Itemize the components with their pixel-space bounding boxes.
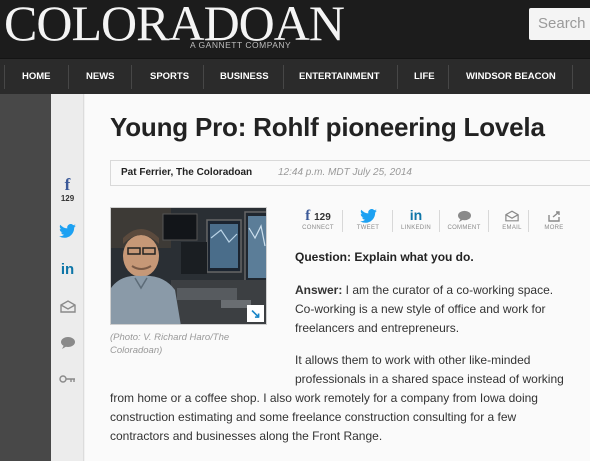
- answer-line: freelancers and entrepreneurs.: [295, 321, 460, 335]
- nav-separator: [131, 65, 132, 89]
- linkedin-icon: in: [60, 261, 75, 278]
- more-icon: [59, 375, 75, 383]
- more-icon: [548, 211, 560, 222]
- share-bar: f 129 CONNECT TWEET in LINKEDIN COMMENT …: [296, 206, 576, 238]
- comment-icon: [60, 337, 75, 349]
- facebook-icon: f: [305, 208, 311, 224]
- rail-facebook-button[interactable]: f 129: [51, 175, 84, 204]
- more-icon-wrap: [532, 206, 576, 224]
- rail-email-button[interactable]: [51, 300, 84, 318]
- byline-author[interactable]: Pat Ferrier, The Coloradoan: [121, 161, 252, 185]
- share-linkedin-button[interactable]: in LINKEDIN: [394, 206, 438, 231]
- site-logo[interactable]: COLORADOAN: [4, 0, 345, 50]
- share-separator: [439, 210, 440, 232]
- answer-line: Co-working is a new style of office and …: [295, 302, 546, 316]
- photo-image: [111, 208, 266, 324]
- paragraph-line: It allows them to work with other like-m…: [295, 353, 531, 367]
- answer-text: I am the curator of a co-working space.: [342, 283, 554, 297]
- expand-photo-button[interactable]: ↘: [247, 305, 264, 322]
- article-headline: Young Pro: Rohlf pioneering Lovela: [110, 112, 545, 142]
- nav-separator: [68, 65, 69, 89]
- paragraph-line: contractors and businesses along the Fro…: [110, 429, 383, 443]
- nav-separator: [4, 65, 5, 89]
- share-facebook-button[interactable]: f 129 CONNECT: [296, 206, 340, 231]
- nav-life[interactable]: LIFE: [414, 59, 435, 95]
- rail-twitter-button[interactable]: [51, 224, 84, 243]
- email-icon: [505, 210, 519, 222]
- rail-more-button[interactable]: [51, 370, 84, 388]
- share-twitter-button[interactable]: TWEET: [346, 206, 390, 231]
- photo-caption: (Photo: V. Richard Haro/The Coloradoan): [110, 332, 230, 356]
- paragraph-line: from home or a coffee shop. I also work …: [110, 391, 538, 405]
- share-label: COMMENT: [447, 225, 481, 231]
- nav-separator: [397, 65, 398, 89]
- nav-separator: [283, 65, 284, 89]
- linkedin-icon: in: [409, 207, 423, 223]
- rail-facebook-count: 129: [60, 194, 75, 203]
- article-photo[interactable]: ↘: [110, 207, 267, 325]
- share-label: LINKEDIN: [400, 225, 432, 231]
- share-comment-button[interactable]: COMMENT: [442, 206, 486, 231]
- nav-separator: [448, 65, 449, 89]
- paragraph-line: professionals in a shared space instead …: [295, 372, 564, 386]
- twitter-icon: [59, 224, 76, 238]
- expand-arrow-icon: ↘: [250, 306, 261, 321]
- logo-tagline: A GANNETT COMPANY: [190, 40, 292, 50]
- left-gutter: [0, 94, 51, 461]
- paragraph-line: construction estimating and some freelan…: [110, 410, 517, 424]
- nav-separator: [203, 65, 204, 89]
- search-input[interactable]: Search: [529, 8, 590, 40]
- nav-separator: [572, 65, 573, 89]
- share-separator: [342, 210, 343, 232]
- share-label: CONNECT: [302, 225, 334, 231]
- twitter-icon: [359, 209, 377, 224]
- main-nav: HOME NEWS SPORTS BUSINESS ENTERTAINMENT …: [0, 58, 590, 94]
- share-separator: [392, 210, 393, 232]
- share-label: MORE: [544, 225, 564, 231]
- masthead: COLORADOAN A GANNETT COMPANY Search: [0, 0, 590, 58]
- share-label: TWEET: [356, 225, 380, 231]
- rail-comment-button[interactable]: [51, 336, 84, 355]
- share-more-button[interactable]: MORE: [532, 206, 576, 231]
- answer-label: Answer:: [295, 283, 343, 297]
- nav-sports[interactable]: SPORTS: [150, 59, 189, 95]
- email-icon: [59, 300, 76, 313]
- facebook-count: 129: [314, 212, 331, 223]
- share-separator: [528, 210, 529, 232]
- nav-business[interactable]: BUSINESS: [220, 59, 269, 95]
- interview-question: Question: Explain what you do.: [295, 250, 474, 264]
- nav-home[interactable]: HOME: [22, 59, 51, 95]
- comment-icon-wrap: [442, 206, 486, 224]
- share-rail: f 129 in: [51, 94, 84, 461]
- share-separator: [488, 210, 489, 232]
- rail-linkedin-button[interactable]: in: [51, 262, 84, 278]
- nav-entertainment[interactable]: ENTERTAINMENT: [299, 59, 380, 95]
- answer-paragraph: Answer: I am the curator of a co-working…: [295, 281, 553, 338]
- twitter-icon-wrap: [346, 206, 390, 224]
- nav-windsor-beacon[interactable]: WINDSOR BEACON: [466, 59, 556, 95]
- comment-icon: [457, 210, 471, 222]
- facebook-share: f 129: [296, 206, 340, 224]
- nav-news[interactable]: NEWS: [86, 59, 115, 95]
- answer-line: Answer: I am the curator of a co-working…: [295, 281, 553, 300]
- byline: Pat Ferrier, The Coloradoan 12:44 p.m. M…: [110, 160, 590, 186]
- facebook-icon: f: [64, 175, 71, 194]
- byline-timestamp: 12:44 p.m. MDT July 25, 2014: [278, 167, 412, 178]
